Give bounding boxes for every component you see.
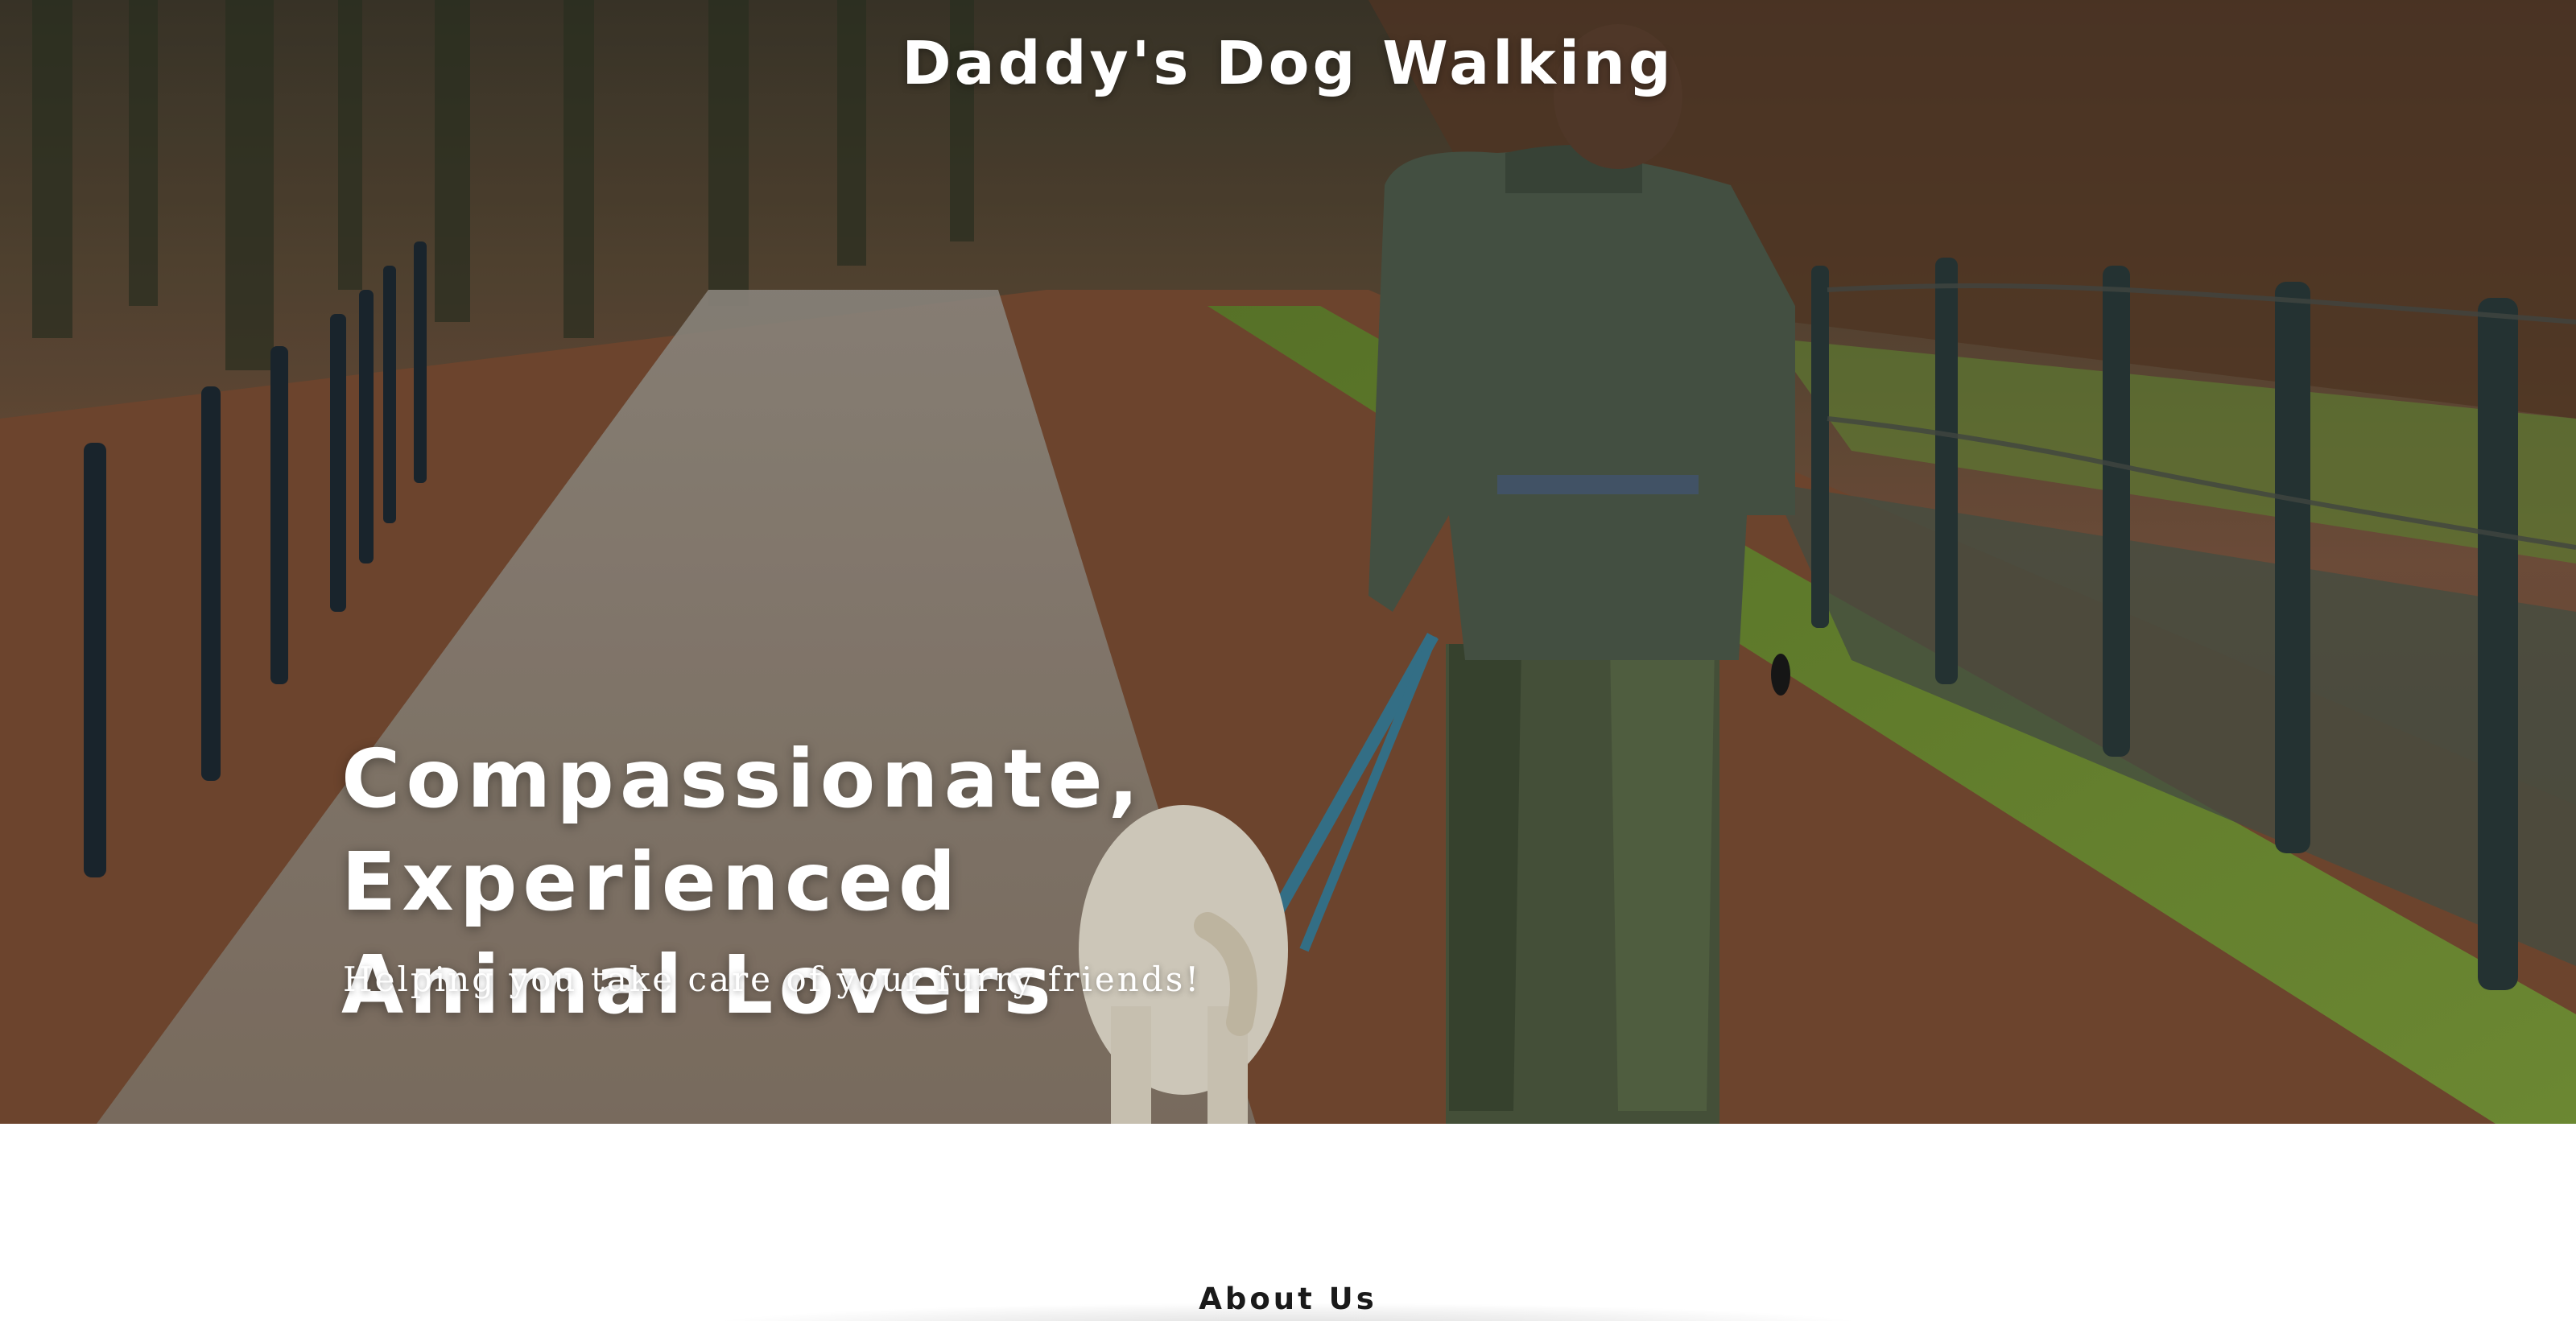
about-heading: About Us [1199, 1282, 1377, 1316]
about-section: About Us [0, 1124, 2576, 1321]
site-title[interactable]: Daddy's Dog Walking [0, 29, 2576, 98]
hero-section: Daddy's Dog Walking Compassionate, Exper… [0, 0, 2576, 1124]
hero-tagline-line1: Compassionate, Experienced [341, 732, 1145, 929]
hero-subtitle: Helping you take care of your furry frie… [343, 960, 1202, 999]
